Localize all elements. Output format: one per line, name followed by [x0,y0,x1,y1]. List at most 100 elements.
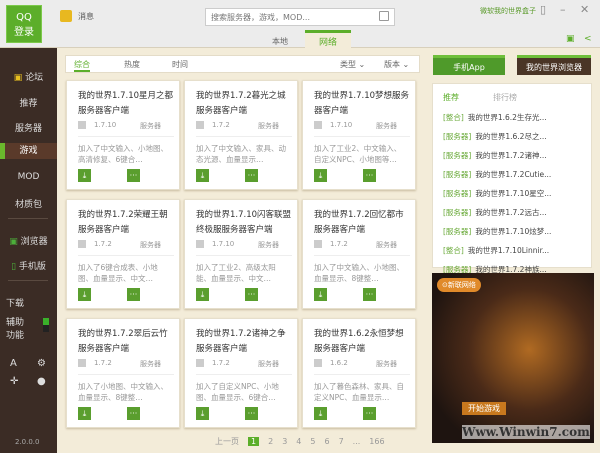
message-link[interactable]: 消息 [78,11,94,22]
more-icon[interactable]: ··· [245,407,258,420]
sidebar-item-recommend[interactable]: 推荐 [0,96,57,109]
sidebar-item-forum[interactable]: ▣ 论坛 [0,70,57,83]
card-title[interactable]: 我的世界1.7.2暮光之城服务器客户端 [196,89,292,119]
chat-icon[interactable]: ● [37,376,46,387]
card-title[interactable]: 我的世界1.7.2翠后云竹服务器客户端 [78,327,174,357]
share-icon[interactable]: < [584,34,592,44]
recommend-item[interactable]: [服务器] 我的世界1.7.10星空... [443,188,551,199]
server-card[interactable]: 我的世界1.7.2回忆都市服务器客户端 1.7.2 服务器 加入了中文输入、小地图… [302,199,416,309]
skin-icon[interactable]: ▯ [540,3,546,16]
recommend-item[interactable]: [整合] 我的世界1.7.10Linnir... [443,245,549,256]
tab-time[interactable]: 时间 [172,59,188,70]
page-1[interactable]: 2 [268,437,273,446]
card-title[interactable]: 我的世界1.7.10星月之都服务器客户端 [78,89,174,119]
tab-recommend[interactable]: 推荐 [443,92,459,103]
tab-all[interactable]: 综合 [74,59,90,72]
page-0[interactable]: 1 [248,437,260,446]
card-type: 服务器 [258,122,279,130]
recommend-item[interactable]: [服务器] 我的世界1.7.2诸神... [443,150,547,161]
download-icon[interactable]: ⤓ [196,169,209,182]
more-icon[interactable]: ··· [245,288,258,301]
page-4[interactable]: 5 [310,437,315,446]
tab-ranking[interactable]: 排行榜 [493,92,517,103]
user-name[interactable]: 微软我的世界盒子 [480,6,536,16]
version-dropdown[interactable]: 版本 ⌄ [384,59,409,70]
gear-icon[interactable]: ⚙ [37,358,46,369]
more-icon[interactable]: ··· [363,288,376,301]
page-7[interactable]: ... [353,437,361,446]
item-tag: [整合] [443,113,464,122]
sidebar-item-mod[interactable]: MOD [0,172,57,182]
sidebar-item-server[interactable]: 服务器 [0,121,57,134]
sidebar-item-mobile[interactable]: ▯ 手机版 [0,259,57,272]
type-dropdown[interactable]: 类型 ⌄ [340,59,365,70]
sidebar-item-download[interactable]: 下载 [6,296,24,309]
sidebar-item-texture[interactable]: 材质包 [0,197,57,210]
download-icon[interactable]: ⤓ [314,169,327,182]
search-icon[interactable] [379,11,389,21]
page-3[interactable]: 4 [296,437,301,446]
page-5[interactable]: 6 [324,437,329,446]
server-card[interactable]: 我的世界1.7.2暮光之城服务器客户端 1.7.2 服务器 加入了中文输入、家具、… [184,80,298,190]
server-card[interactable]: 我的世界1.7.10星月之都服务器客户端 1.7.10 服务器 加入了中文输入、小… [66,80,180,190]
page-8[interactable]: 166 [369,437,384,446]
recommend-item[interactable]: [服务器] 我的世界1.7.2远古... [443,207,547,218]
font-icon[interactable]: A [10,358,17,369]
card-title[interactable]: 我的世界1.7.10梦想服务器客户端 [314,89,410,119]
card-title[interactable]: 我的世界1.7.10闪客联盟终极服服务器客户端 [196,208,292,238]
more-icon[interactable]: ··· [363,407,376,420]
card-desc: 加入了中文输入、小地图、高清修复、6键合… [78,144,168,164]
server-card[interactable]: 我的世界1.7.10闪客联盟终极服服务器客户端 1.7.10 服务器 加入了工业2… [184,199,298,309]
recommend-item[interactable]: [整合] 我的世界1.6.2生存光... [443,112,547,123]
card-meta: 1.7.10 服务器 [78,121,174,137]
mobile-app-button[interactable]: 手机App [433,55,505,75]
move-icon[interactable]: ✛ [10,376,18,387]
server-card[interactable]: 我的世界1.7.2荣耀王朝服务器客户端 1.7.2 服务器 加入了6键合成表、小地… [66,199,180,309]
download-icon[interactable]: ⤓ [78,407,91,420]
download-icon[interactable]: ⤓ [314,407,327,420]
server-card[interactable]: 我的世界1.6.2永恒梦想服务器客户端 1.6.2 服务器 加入了暮色森林、家具、… [302,318,416,428]
more-icon[interactable]: ··· [127,407,140,420]
card-type: 服务器 [376,122,397,130]
page-6[interactable]: 7 [339,437,344,446]
card-title[interactable]: 我的世界1.7.2回忆都市服务器客户端 [314,208,410,238]
download-icon[interactable]: ⤓ [78,288,91,301]
card-title[interactable]: 我的世界1.6.2永恒梦想服务器客户端 [314,327,410,357]
download-icon[interactable]: ⤓ [196,407,209,420]
tab-hot[interactable]: 热度 [124,59,140,70]
ad-banner[interactable]: ⊙新联网络 开始游戏 Www.Winwin7.com [432,273,594,443]
minimize-icon[interactable]: – [560,3,566,16]
download-icon[interactable]: ⤓ [78,169,91,182]
server-card[interactable]: 我的世界1.7.2诸神之争服务器客户端 1.7.2 服务器 加入了自定义NPC、小… [184,318,298,428]
prev-page[interactable]: 上一页 [215,437,239,446]
server-card[interactable]: 我的世界1.7.2翠后云竹服务器客户端 1.7.2 服务器 加入了小地图、中文输入… [66,318,180,428]
filter-bar: 综合 热度 时间 类型 ⌄ 版本 ⌄ [65,55,420,73]
more-icon[interactable]: ··· [245,169,258,182]
ad-start-button[interactable]: 开始游戏 [462,402,506,415]
more-icon[interactable]: ··· [127,288,140,301]
browser-button[interactable]: 我的世界浏览器 [517,55,591,75]
more-icon[interactable]: ··· [127,169,140,182]
sidebar-item-browser[interactable]: ▣ 浏览器 [0,234,57,247]
sidebar-item-games[interactable]: 游戏 [0,143,57,159]
item-text: 我的世界1.7.10星空... [475,189,552,198]
card-title[interactable]: 我的世界1.7.2荣耀王朝服务器客户端 [78,208,174,238]
recommend-item[interactable]: [服务器] 我的世界1.6.2尽之... [443,131,547,142]
download-icon[interactable]: ⤓ [314,288,327,301]
tab-local[interactable]: 本地 [272,36,288,47]
search-input[interactable]: 搜索服务器，游戏，MOD... [205,8,395,26]
card-version: 1.7.2 [330,240,348,248]
recommend-item[interactable]: [服务器] 我的世界1.7.2Cutie... [443,169,551,180]
card-title[interactable]: 我的世界1.7.2诸神之争服务器客户端 [196,327,292,357]
more-icon[interactable]: ··· [363,169,376,182]
tab-network[interactable]: 网络 [305,30,351,48]
message-icon[interactable] [60,10,72,22]
window-icon[interactable]: ▣ [566,34,575,44]
server-card[interactable]: 我的世界1.7.10梦想服务器客户端 1.7.10 服务器 加入了工业2、中文输入… [302,80,416,190]
recommend-item[interactable]: [服务器] 我的世界1.7.10炫梦... [443,226,551,237]
page-2[interactable]: 3 [282,437,287,446]
close-icon[interactable]: ✕ [580,3,589,16]
assist-toggle[interactable] [43,318,49,332]
download-icon[interactable]: ⤓ [196,288,209,301]
qq-login-button[interactable]: QQ 登录 [6,5,42,43]
